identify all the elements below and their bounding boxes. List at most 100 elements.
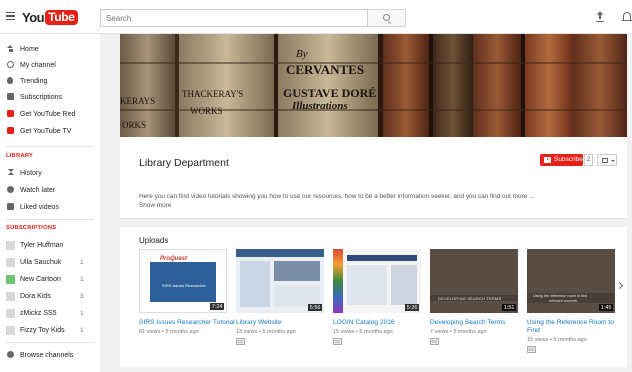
sidebar-item-youtube-tv[interactable]: Get YouTube TV (0, 123, 100, 139)
sidebar-item-label: Watch later (20, 186, 56, 194)
menu-icon[interactable] (6, 12, 15, 21)
banner-text: WORKS (190, 106, 223, 116)
chevron-down-icon (611, 159, 615, 162)
video-thumbnail[interactable]: 5:26 (333, 249, 421, 313)
video-thumbnail[interactable]: 5:56 (236, 249, 324, 313)
sidebar-item-youtube-red[interactable]: Get YouTube Red (0, 106, 100, 122)
search-button[interactable] (368, 9, 406, 27)
sidebar-subscription-item[interactable]: New Cartoon 1 (0, 271, 100, 287)
sidebar-item-browse-channels[interactable]: Browse channels (0, 347, 100, 363)
hourglass-icon (7, 169, 14, 175)
banner-text: CERVANTES (286, 62, 365, 77)
sidebar-subscription-item[interactable]: Ulla Sauchuk 1 (0, 254, 100, 270)
sidebar-item-label: Subscriptions (20, 93, 63, 101)
video-duration: 5:26 (405, 304, 419, 311)
subscriber-count: 2 (584, 154, 593, 166)
sidebar-item-label: My channel (20, 61, 56, 69)
search-input[interactable] (101, 10, 367, 26)
masthead: You Tube (0, 0, 632, 34)
banner-text: THACKERAY'S (182, 89, 244, 99)
home-icon (7, 45, 14, 52)
sidebar-item-trending[interactable]: Trending (0, 73, 100, 89)
sidebar-divider (6, 342, 94, 343)
avatar (6, 274, 15, 284)
video-thumbnail[interactable]: Using the reference room to find relevan… (527, 249, 615, 313)
thumbs-up-icon (7, 203, 14, 210)
subscription-count: 1 (80, 258, 84, 266)
video-meta: 13 views • 5 months ago (236, 329, 296, 335)
video-title[interactable]: Using the Reference Room to Find (527, 319, 623, 335)
search-box (100, 9, 368, 27)
sidebar-subscription-item[interactable]: Dora Kids 3 (0, 288, 100, 304)
channel-description: Here you can find video tutorials showin… (139, 193, 535, 200)
avatar (6, 257, 15, 267)
video-meta: 15 views • 5 months ago (527, 337, 587, 343)
subscription-label: Tyler Huffman (20, 241, 64, 249)
account-icon (7, 61, 14, 68)
sidebar-divider (6, 219, 94, 220)
library-heading: LIBRARY (6, 153, 33, 159)
sidebar-item-label: Get YouTube Red (20, 110, 76, 118)
banner-text: Illustrations (292, 100, 348, 112)
sidebar: Home My channel Trending Subscriptions G… (0, 34, 100, 372)
channel-title: Library Department (139, 157, 229, 169)
show-more-link[interactable]: Show more (139, 202, 171, 209)
flame-icon (7, 77, 13, 84)
sidebar-item-label: Browse channels (20, 351, 74, 359)
thumbnail-text: relevant sources (549, 299, 577, 303)
banner-text: ORKS (122, 120, 147, 130)
subscriptions-heading: SUBSCRIPTIONS (6, 225, 57, 231)
sidebar-item-liked-videos[interactable]: Liked videos (0, 199, 100, 215)
flag-icon (602, 157, 608, 163)
video-duration: 7:24 (210, 303, 224, 310)
subscription-label: Fizzy Toy Kids (20, 326, 65, 334)
subscription-label: New Cartoon (20, 275, 61, 283)
video-duration: 1:45 (599, 304, 613, 311)
banner-text: By (296, 48, 308, 60)
channel-header: Library Department Subscribe 2 Here you … (120, 137, 627, 219)
sidebar-item-my-channel[interactable]: My channel (0, 57, 100, 73)
video-title[interactable]: SIRS Issues Researcher Tutorial (139, 319, 235, 327)
video-duration: 1:51 (502, 304, 516, 311)
banner-text: GUSTAVE DORÉ (283, 86, 377, 100)
upload-icon[interactable] (596, 11, 604, 23)
subscription-label: zMickz SS5 (20, 309, 57, 317)
logo-tube-text: Tube (45, 9, 78, 25)
subscriptions-icon (7, 93, 14, 100)
sidebar-item-watch-later[interactable]: Watch later (0, 182, 100, 198)
youtube-tv-icon (7, 127, 14, 134)
plus-circle-icon (7, 351, 14, 358)
thumbnail-text: DEVELOPING SEARCH TERMS (438, 296, 502, 301)
video-thumbnail[interactable]: DEVELOPING SEARCH TERMS 1:51 (430, 249, 518, 313)
subscribe-label: Subscribe (554, 156, 583, 163)
subscription-label: Dora Kids (20, 292, 51, 300)
channel-banner: By CERVANTES GUSTAVE DORÉ Illustrations … (120, 34, 627, 137)
sidebar-subscription-item[interactable]: zMickz SS5 1 (0, 305, 100, 321)
subscription-count: 1 (80, 275, 84, 283)
sidebar-item-label: Home (20, 45, 39, 53)
sidebar-item-history[interactable]: History (0, 165, 100, 181)
video-duration: 5:56 (308, 304, 322, 311)
sidebar-item-subscriptions[interactable]: Subscriptions (0, 89, 100, 105)
sidebar-item-label: Get YouTube TV (20, 127, 72, 135)
video-title[interactable]: Library Website (236, 319, 332, 327)
bell-icon[interactable] (622, 11, 632, 23)
chevron-right-icon[interactable] (617, 282, 622, 290)
uploads-heading: Uploads (139, 236, 169, 245)
closed-captions-badge: CC (527, 346, 536, 353)
sidebar-subscription-item[interactable]: Fizzy Toy Kids 1 (0, 322, 100, 338)
avatar (6, 240, 15, 250)
notification-settings-button[interactable] (597, 154, 617, 166)
sidebar-subscription-item[interactable]: Tyler Huffman (0, 237, 100, 253)
video-meta: 81 views • 5 months ago (139, 329, 199, 335)
subscribe-button[interactable]: Subscribe (540, 154, 583, 166)
banner-text: KERAYS (120, 96, 156, 106)
video-thumbnail[interactable]: ProQuest SIRS Issues Researcher 7:24 (139, 249, 227, 313)
closed-captions-badge: CC (430, 338, 439, 345)
search-icon (383, 14, 390, 21)
sidebar-item-home[interactable]: Home (0, 41, 100, 57)
video-title[interactable]: Developing Search Terms (430, 319, 526, 327)
video-meta: 7 views • 5 months ago (430, 329, 487, 335)
youtube-logo[interactable]: You Tube (22, 9, 78, 25)
video-title[interactable]: LOGIN Catalog 2016 (333, 319, 429, 327)
